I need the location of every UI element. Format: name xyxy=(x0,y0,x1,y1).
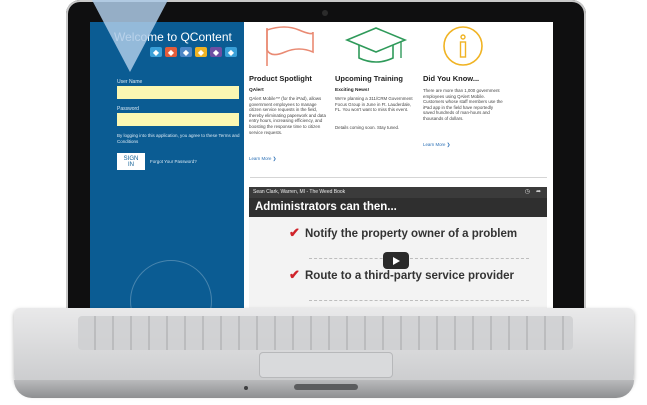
video-bullet-2: Route to a third-party service provider xyxy=(305,270,514,282)
webcam-icon xyxy=(322,10,328,16)
password-label: Password xyxy=(117,106,139,112)
app-icon-5[interactable]: ◆ xyxy=(210,47,222,57)
training-subtitle: Exciting News! xyxy=(335,88,370,93)
spotlight-title: Product Spotlight xyxy=(249,74,312,83)
video-title-bar: Sean Clark, Warren, MI - The Weed Book ◷… xyxy=(249,187,547,198)
spotlight-body: QAlert Mobile™ (for the iPad), allows go… xyxy=(249,96,326,135)
did-you-know-section: Did You Know... There are more than 1,00… xyxy=(423,22,505,147)
sleep-light-icon xyxy=(244,386,248,390)
video-channel-title: Sean Clark, Warren, MI - The Weed Book xyxy=(253,189,346,195)
didyouknow-learn-more-link[interactable]: Learn More ❯ xyxy=(423,142,450,148)
product-spotlight-section: Product Spotlight QAlert QAlert Mobile™ … xyxy=(249,22,331,161)
bullet-separator xyxy=(309,258,529,259)
checkmark-icon: ✔ xyxy=(289,267,300,282)
laptop-latch xyxy=(294,384,358,390)
spotlight-subtitle: QAlert xyxy=(249,88,264,93)
video-player[interactable]: Sean Clark, Warren, MI - The Weed Book ◷… xyxy=(249,187,547,309)
video-slide-heading: Administrators can then... xyxy=(249,198,547,217)
checkmark-icon: ✔ xyxy=(289,225,300,240)
video-bullet-1: Notify the property owner of a problem xyxy=(305,228,518,240)
didyouknow-title: Did You Know... xyxy=(423,74,480,83)
username-input[interactable] xyxy=(117,86,239,99)
info-icon xyxy=(423,22,505,70)
password-input[interactable] xyxy=(117,113,239,126)
clock-icon[interactable]: ◷ xyxy=(525,189,530,196)
laptop-trackpad xyxy=(259,352,393,378)
training-body-2: Details coming soon. Stay tuned. xyxy=(335,125,400,130)
app-icon-4[interactable]: ◆ xyxy=(195,47,207,57)
laptop-keyboard xyxy=(78,316,573,350)
flag-icon xyxy=(249,22,331,70)
didyouknow-body: There are more than 1,000 government emp… xyxy=(423,88,503,121)
training-title: Upcoming Training xyxy=(335,74,403,83)
forgot-password-link[interactable]: Forgot Your Password? xyxy=(150,159,197,164)
bullet-separator xyxy=(309,300,529,301)
graduation-cap-icon xyxy=(335,22,417,70)
section-divider xyxy=(250,177,547,178)
signin-button[interactable]: SIGN IN xyxy=(117,153,145,170)
play-button-icon[interactable] xyxy=(383,252,409,269)
decorative-rings xyxy=(130,260,212,309)
upcoming-training-section: Upcoming Training Exciting News! We're p… xyxy=(335,22,417,130)
terms-text: By logging into this application, you ag… xyxy=(117,133,240,144)
spotlight-learn-more-link[interactable]: Learn More ❯ xyxy=(249,156,276,162)
app-icon-3[interactable]: ◆ xyxy=(180,47,192,57)
app-icon-6[interactable]: ◆ xyxy=(225,47,237,57)
pointer-triangle-decoration xyxy=(92,0,168,72)
share-icon[interactable]: ➦ xyxy=(536,189,541,196)
username-label: User Name xyxy=(117,79,143,85)
training-body: We're planning a 311/CRM Government Focu… xyxy=(335,96,413,113)
